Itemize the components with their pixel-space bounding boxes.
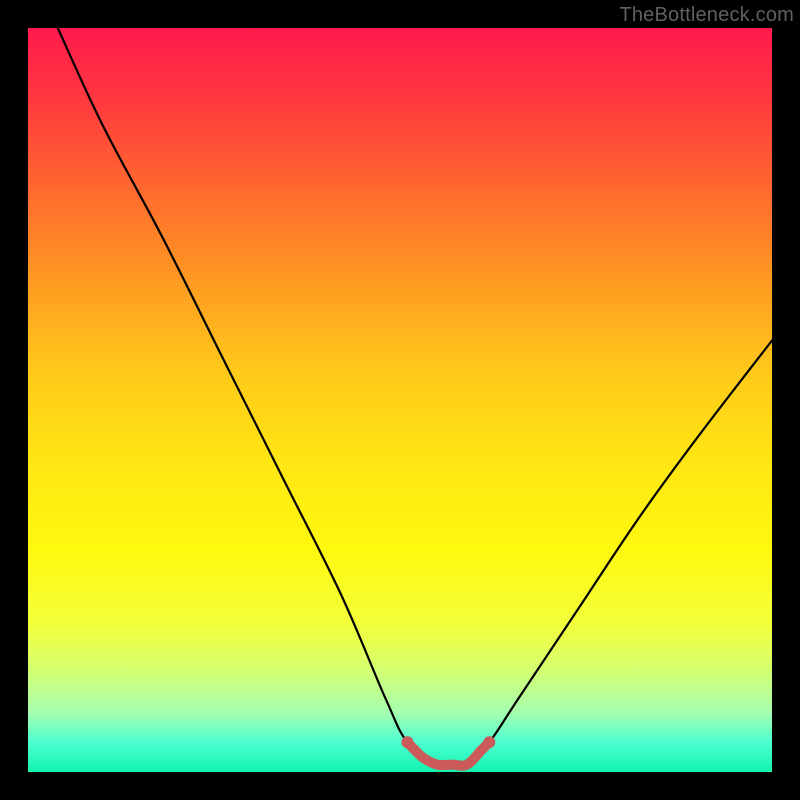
curve-line — [58, 28, 772, 768]
flat-segment-end-dot — [483, 736, 495, 748]
chart-frame: TheBottleneck.com — [0, 0, 800, 800]
watermark-text: TheBottleneck.com — [619, 4, 794, 27]
chart-svg — [28, 28, 772, 772]
flat-segment-start-dot — [401, 736, 413, 748]
chart-plot-area — [28, 28, 772, 772]
flat-segment-line — [407, 742, 489, 766]
